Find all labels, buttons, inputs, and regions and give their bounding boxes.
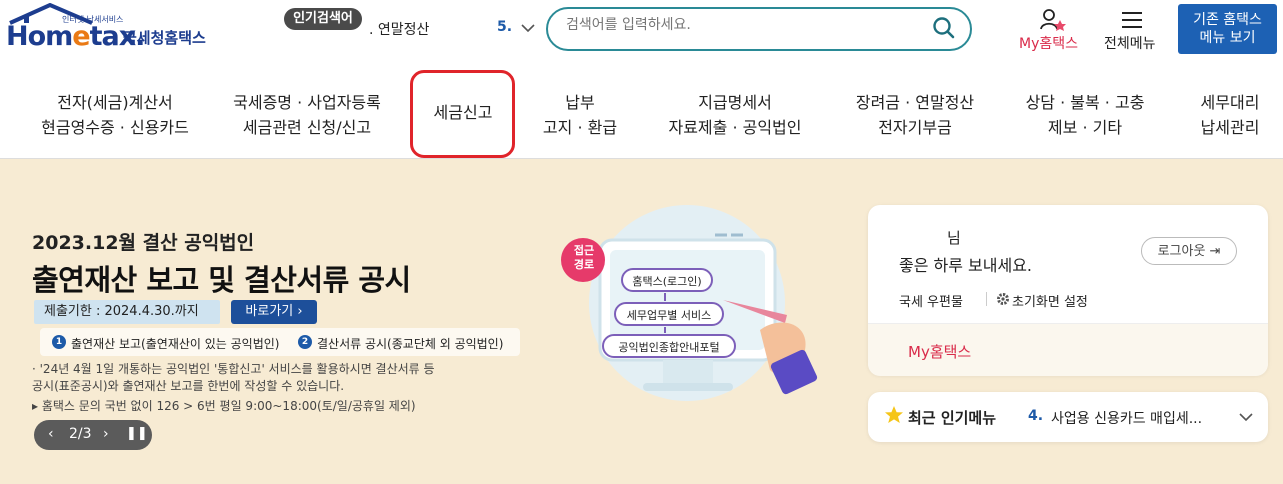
banner-note-1: · '24년 4월 1일 개통하는 공익법인 '통합신고' 서비스를 활용하시면… bbox=[32, 362, 435, 376]
nav-tax-agent[interactable]: 세무대리납세관리 bbox=[1180, 90, 1280, 140]
search-input[interactable] bbox=[566, 17, 896, 33]
nav-label: 장려금 · 연말정산 bbox=[855, 93, 975, 112]
pager-counter: 2/3 bbox=[69, 426, 92, 442]
greeting-text: 좋은 하루 보내세요. bbox=[899, 256, 1033, 275]
all-menu-link[interactable]: 전체메뉴 bbox=[1104, 33, 1156, 53]
nav-label: 고지 · 환급 bbox=[542, 118, 618, 137]
nav-label: 국세증명 · 사업자등록 bbox=[233, 93, 381, 112]
nav-payment[interactable]: 납부고지 · 환급 bbox=[520, 90, 640, 140]
tax-mail-link[interactable]: 국세 우편물 bbox=[899, 291, 963, 310]
info-item-1: 출연재산 보고(출연재산이 있는 공익법인) bbox=[71, 337, 280, 351]
star-icon bbox=[885, 406, 903, 423]
chevron-down-icon[interactable] bbox=[1237, 410, 1255, 424]
nav-label: 제보 · 기타 bbox=[1047, 118, 1123, 137]
nav-label: 상담 · 불복 · 고충 bbox=[1025, 93, 1145, 112]
nav-label: 세무대리 bbox=[1200, 93, 1260, 112]
chevron-down-icon[interactable] bbox=[518, 18, 538, 38]
info-number-1: 1 bbox=[52, 335, 66, 349]
my-hometax-card-link[interactable]: My홈택스 bbox=[908, 341, 971, 362]
search-icon[interactable] bbox=[932, 16, 956, 40]
popular-search-term[interactable]: . 연말정산 bbox=[369, 19, 429, 39]
legacy-menu-button[interactable]: 기존 홈택스 메뉴 보기 bbox=[1178, 4, 1277, 54]
logo-text-a: Hom bbox=[6, 21, 73, 52]
gear-icon bbox=[997, 293, 1009, 305]
recent-menu-rank: 4. bbox=[1028, 408, 1044, 424]
nav-counsel[interactable]: 상담 · 불복 · 고충제보 · 기타 bbox=[1005, 90, 1165, 140]
user-icon[interactable] bbox=[1040, 8, 1068, 32]
nav-label: 자료제출 · 공익법인 bbox=[668, 118, 802, 137]
nav-label: 현금영수증 · 신용카드 bbox=[41, 118, 189, 137]
path-step-1: 홈택스(로그인) bbox=[632, 275, 702, 288]
goto-button[interactable]: 바로가기 › bbox=[231, 300, 317, 324]
banner-note-2: 공시(표준공시)와 출연재산 보고를 한번에 작성할 수 있습니다. bbox=[32, 379, 345, 393]
logout-button[interactable]: 로그아웃 ⇥ bbox=[1141, 237, 1237, 265]
link-divider bbox=[986, 292, 987, 306]
access-badge-line: 접근 bbox=[573, 244, 595, 257]
banner-subtitle: 2023.12월 결산 공익법인 bbox=[32, 232, 255, 254]
banner-note-3: ▸ 홈택스 문의 국번 없이 126 > 6번 평일 9:00~18:00(토/… bbox=[32, 399, 416, 413]
info-item-2: 결산서류 공시(종교단체 외 공익법인) bbox=[317, 337, 504, 351]
access-badge: 접근 경로 bbox=[569, 244, 599, 272]
pager-next-button[interactable]: › bbox=[103, 426, 109, 442]
pager-pause-button[interactable]: ❚❚ bbox=[126, 426, 148, 441]
my-hometax-link[interactable]: My홈택스 bbox=[1019, 33, 1078, 53]
recent-menu-title: 최근 인기메뉴 bbox=[908, 409, 997, 427]
legacy-menu-label-1: 기존 홈택스 bbox=[1193, 12, 1262, 28]
nav-label: 전자(세금)계산서 bbox=[57, 93, 173, 112]
banner-title: 출연재산 보고 및 결산서류 공시 bbox=[32, 263, 411, 297]
logo-subtitle: 국세청홈택스 bbox=[123, 29, 206, 47]
popular-search-rank: 5. bbox=[497, 19, 513, 35]
nav-label: 납부 bbox=[565, 93, 595, 112]
path-step-2: 세무업무별 서비스 bbox=[626, 309, 712, 322]
nav-payment-statements[interactable]: 지급명세서자료제출 · 공익법인 bbox=[650, 90, 820, 140]
nav-e-invoice[interactable]: 전자(세금)계산서현금영수증 · 신용카드 bbox=[20, 90, 210, 140]
recent-menu-item[interactable]: 사업용 신용카드 매입세... bbox=[1051, 408, 1202, 428]
nav-incentives[interactable]: 장려금 · 연말정산전자기부금 bbox=[830, 90, 1000, 140]
nav-label: 납세관리 bbox=[1200, 118, 1260, 137]
nav-label: 전자기부금 bbox=[878, 118, 952, 137]
nav-label: 세금관련 신청/신고 bbox=[242, 118, 372, 137]
nav-label: 지급명세서 bbox=[698, 93, 772, 112]
info-number-2: 2 bbox=[298, 335, 312, 349]
nav-certificates[interactable]: 국세증명 · 사업자등록세금관련 신청/신고 bbox=[212, 90, 402, 140]
logo-text-dot: e bbox=[72, 21, 90, 52]
access-badge-line: 경로 bbox=[573, 258, 595, 271]
reset-home-link[interactable]: 초기화면 설정 bbox=[1012, 291, 1088, 310]
nav-highlight-box bbox=[410, 70, 515, 158]
pager-prev-button[interactable]: ‹ bbox=[48, 426, 54, 442]
legacy-menu-label-2: 메뉴 보기 bbox=[1199, 30, 1256, 46]
hamburger-menu-icon[interactable] bbox=[1121, 11, 1143, 29]
user-name: 님 bbox=[947, 229, 961, 247]
popular-search-badge: 인기검색어 bbox=[284, 8, 362, 30]
path-step-3: 공익법인종합안내포털 bbox=[618, 341, 720, 354]
deadline-label: 제출기한 : 2024.4.30.까지 bbox=[34, 300, 220, 324]
